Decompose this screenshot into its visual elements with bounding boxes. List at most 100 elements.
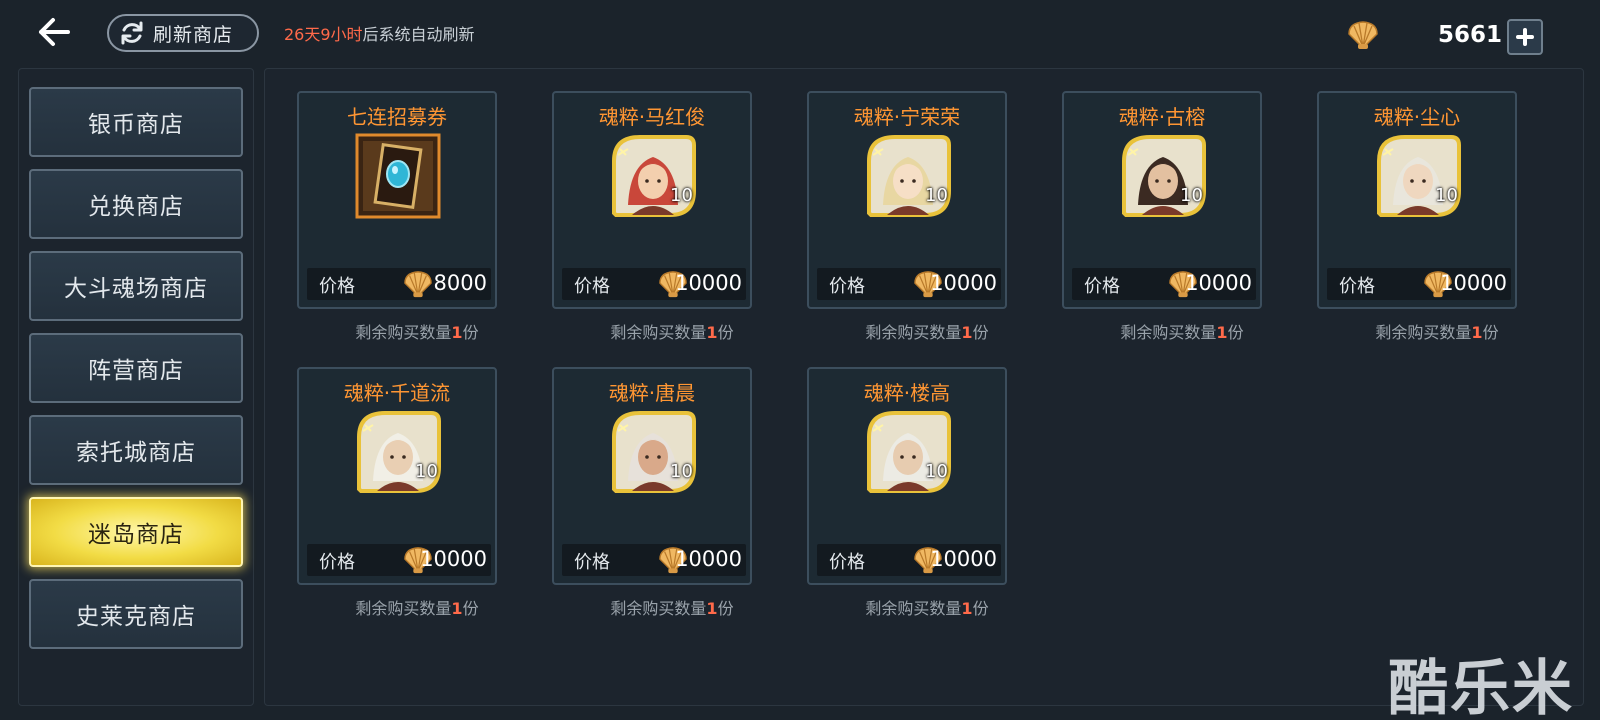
price-bar: 价格 10000 bbox=[817, 268, 1001, 300]
price-value: 10000 bbox=[930, 547, 997, 571]
price-bar: 价格 10000 bbox=[1327, 268, 1511, 300]
soul-portrait-icon bbox=[867, 411, 951, 493]
remain-count: 1 bbox=[1471, 323, 1483, 342]
shop-category-sidebar: 银币商店兑换商店大斗魂场商店 阵营商店索托城商店迷岛商店史莱克商店 bbox=[18, 68, 254, 706]
remaining-quantity: 剩余购买数量1份 bbox=[1082, 319, 1282, 343]
remain-prefix: 剩余购买数量 bbox=[865, 599, 962, 618]
item-quantity: 10 bbox=[1180, 185, 1203, 206]
item-title: 魂粹·古榕 bbox=[1118, 105, 1206, 129]
price-label: 价格 bbox=[574, 276, 610, 297]
remain-count: 1 bbox=[961, 599, 973, 618]
price-value: 10000 bbox=[675, 271, 742, 295]
item-quantity: 10 bbox=[925, 461, 948, 482]
item-title: 魂粹·马红俊 bbox=[598, 105, 706, 129]
remaining-quantity: 剩余购买数量1份 bbox=[827, 595, 1027, 619]
soul-portrait-icon bbox=[612, 135, 696, 217]
remaining-quantity: 剩余购买数量1份 bbox=[1337, 319, 1537, 343]
price-value: 10000 bbox=[1440, 271, 1507, 295]
price-bar: 价格 10000 bbox=[817, 544, 1001, 576]
sidebar-item-3[interactable]: 阵营商店 bbox=[29, 333, 243, 403]
price-value: 10000 bbox=[930, 271, 997, 295]
remaining-quantity: 剩余购买数量1份 bbox=[317, 595, 517, 619]
item-quantity: 10 bbox=[415, 461, 438, 482]
remain-suffix: 份 bbox=[462, 599, 479, 618]
remain-count: 1 bbox=[706, 599, 718, 618]
item-quantity: 10 bbox=[670, 185, 693, 206]
sidebar-item-label: 大斗魂场商店 bbox=[64, 276, 208, 302]
shop-item-card[interactable]: 魂粹·宁荣荣 10 价格 10000 bbox=[807, 91, 1007, 309]
remain-suffix: 份 bbox=[717, 323, 734, 342]
soul-portrait-icon bbox=[867, 135, 951, 217]
remain-prefix: 剩余购买数量 bbox=[610, 323, 707, 342]
shop-items-panel: 七连招募券 价格 8000 剩余购买数量1份 魂粹·马红俊 10 价格 10000 剩余购买数量… bbox=[264, 68, 1584, 706]
recruit-ticket-icon bbox=[355, 133, 441, 219]
remain-suffix: 份 bbox=[462, 323, 479, 342]
sidebar-item-0[interactable]: 银币商店 bbox=[29, 87, 243, 157]
soul-portrait-icon bbox=[357, 411, 441, 493]
price-bar: 价格 10000 bbox=[562, 544, 746, 576]
remain-prefix: 剩余购买数量 bbox=[610, 599, 707, 618]
shop-item-card[interactable]: 魂粹·古榕 10 价格 10000 bbox=[1062, 91, 1262, 309]
remain-prefix: 剩余购买数量 bbox=[355, 599, 452, 618]
shop-item-card[interactable]: 魂粹·唐晨 10 价格 10000 bbox=[552, 367, 752, 585]
refresh-time: 26天9小时 bbox=[284, 25, 363, 44]
sidebar-item-4[interactable]: 索托城商店 bbox=[29, 415, 243, 485]
remain-suffix: 份 bbox=[972, 323, 989, 342]
back-button[interactable] bbox=[34, 14, 74, 50]
shell-coin-icon bbox=[1348, 21, 1378, 50]
remain-prefix: 剩余购买数量 bbox=[1375, 323, 1472, 342]
remaining-quantity: 剩余购买数量1份 bbox=[317, 319, 517, 343]
shell-coin-icon bbox=[404, 271, 432, 298]
plus-icon bbox=[1516, 28, 1534, 46]
shop-item-card[interactable]: 魂粹·尘心 10 价格 10000 bbox=[1317, 91, 1517, 309]
refresh-shop-button[interactable]: 刷新商店 bbox=[107, 14, 259, 52]
refresh-suffix: 后系统自动刷新 bbox=[362, 25, 475, 44]
shop-item-card[interactable]: 七连招募券 价格 8000 bbox=[297, 91, 497, 309]
add-currency-button[interactable] bbox=[1507, 19, 1543, 55]
soul-portrait-icon bbox=[612, 411, 696, 493]
price-label: 价格 bbox=[574, 552, 610, 573]
item-quantity: 10 bbox=[670, 461, 693, 482]
shop-item-card[interactable]: 魂粹·千道流 10 价格 10000 bbox=[297, 367, 497, 585]
remain-count: 1 bbox=[1216, 323, 1228, 342]
remain-suffix: 份 bbox=[717, 599, 734, 618]
remaining-quantity: 剩余购买数量1份 bbox=[572, 319, 772, 343]
soul-portrait-icon bbox=[1377, 135, 1461, 217]
remain-prefix: 剩余购买数量 bbox=[865, 323, 962, 342]
item-title: 七连招募券 bbox=[347, 105, 447, 129]
price-label: 价格 bbox=[1084, 276, 1120, 297]
watermark-text: 酷乐米 bbox=[1388, 654, 1574, 720]
refresh-icon bbox=[121, 21, 143, 45]
sidebar-item-2[interactable]: 大斗魂场商店 bbox=[29, 251, 243, 321]
auto-refresh-countdown: 26天9小时后系统自动刷新 bbox=[284, 21, 475, 45]
item-title: 魂粹·唐晨 bbox=[608, 381, 696, 405]
sidebar-item-6[interactable]: 史莱克商店 bbox=[29, 579, 243, 649]
remaining-quantity: 剩余购买数量1份 bbox=[827, 319, 1027, 343]
remain-prefix: 剩余购买数量 bbox=[355, 323, 452, 342]
item-quantity: 10 bbox=[925, 185, 948, 206]
shop-item-card[interactable]: 魂粹·马红俊 10 价格 10000 bbox=[552, 91, 752, 309]
sidebar-item-label: 史莱克商店 bbox=[76, 604, 196, 630]
remaining-quantity: 剩余购买数量1份 bbox=[572, 595, 772, 619]
remain-count: 1 bbox=[451, 599, 463, 618]
soul-portrait-icon bbox=[1122, 135, 1206, 217]
price-value: 8000 bbox=[433, 271, 487, 295]
shop-item-card[interactable]: 魂粹·楼高 10 价格 10000 bbox=[807, 367, 1007, 585]
sidebar-item-label: 阵营商店 bbox=[88, 358, 184, 384]
sidebar-item-5[interactable]: 迷岛商店 bbox=[29, 497, 243, 567]
sidebar-item-1[interactable]: 兑换商店 bbox=[29, 169, 243, 239]
price-label: 价格 bbox=[829, 276, 865, 297]
currency-amount: 5661 bbox=[1437, 22, 1502, 48]
price-bar: 价格 10000 bbox=[1072, 268, 1256, 300]
remain-prefix: 剩余购买数量 bbox=[1120, 323, 1217, 342]
sidebar-item-label: 银币商店 bbox=[88, 112, 184, 138]
sidebar-item-label: 兑换商店 bbox=[88, 194, 184, 220]
sidebar-item-label: 迷岛商店 bbox=[88, 522, 184, 548]
price-label: 价格 bbox=[319, 552, 355, 573]
item-quantity: 10 bbox=[1435, 185, 1458, 206]
refresh-shop-label: 刷新商店 bbox=[153, 23, 234, 46]
item-title: 魂粹·楼高 bbox=[863, 381, 951, 405]
remain-suffix: 份 bbox=[972, 599, 989, 618]
price-label: 价格 bbox=[1339, 276, 1375, 297]
item-title: 魂粹·宁荣荣 bbox=[853, 105, 961, 129]
